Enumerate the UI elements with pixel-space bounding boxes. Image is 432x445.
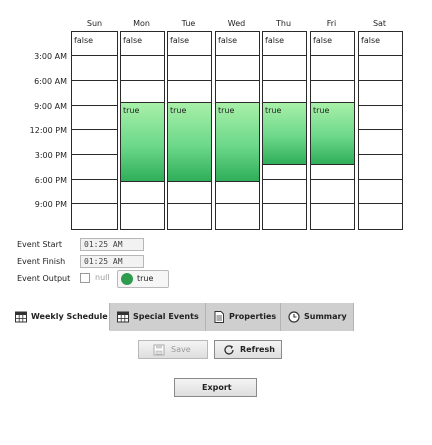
- day-column-mon[interactable]: false true: [120, 31, 165, 230]
- state-label: false: [361, 36, 381, 45]
- state-label: false: [265, 36, 285, 45]
- time-label: 9:00 PM: [34, 200, 67, 209]
- clock-icon: [288, 311, 300, 323]
- state-label: false: [313, 36, 333, 45]
- day-header-sun: Sun: [86, 19, 103, 28]
- tab-label: Special Events: [133, 312, 199, 321]
- day-column-fri[interactable]: false true: [310, 31, 355, 230]
- time-label: 3:00 PM: [34, 151, 67, 160]
- state-label: false: [74, 36, 94, 45]
- null-label: null: [95, 273, 110, 282]
- day-column-sun[interactable]: false: [71, 31, 118, 230]
- event-output-label: Event Output: [17, 274, 71, 283]
- day-header-mon: Mon: [133, 19, 150, 28]
- schedule-block[interactable]: true: [216, 102, 259, 182]
- schedule-block[interactable]: true: [168, 102, 211, 182]
- day-column-wed[interactable]: false true: [215, 31, 260, 230]
- tab-special-events[interactable]: Special Events: [111, 303, 206, 331]
- time-label: 6:00 AM: [34, 77, 67, 86]
- output-value-selector[interactable]: true: [117, 270, 169, 288]
- document-icon: [214, 311, 224, 323]
- event-start-field[interactable]: 01:25 AM: [80, 238, 144, 251]
- day-column-sat[interactable]: false: [358, 31, 403, 230]
- tab-bar: Weekly Schedule Special Events Propertie…: [9, 303, 354, 331]
- day-header-tue: Tue: [181, 19, 196, 28]
- state-label: true: [265, 106, 282, 115]
- status-dot-icon: [121, 273, 133, 285]
- event-finish-label: Event Finish: [17, 257, 66, 266]
- day-column-tue[interactable]: false true: [167, 31, 212, 230]
- day-header-thu: Thu: [275, 19, 292, 28]
- save-button-label: Save: [171, 345, 191, 354]
- tab-label: Weekly Schedule: [31, 312, 108, 321]
- time-label: 9:00 AM: [34, 102, 67, 111]
- calendar-grid-icon: [117, 311, 129, 323]
- export-button-label: Export: [202, 383, 232, 392]
- time-label: 3:00 AM: [34, 52, 67, 61]
- refresh-button-label: Refresh: [240, 345, 275, 354]
- save-button[interactable]: Save: [138, 340, 208, 359]
- state-label: false: [218, 36, 238, 45]
- tab-weekly-schedule[interactable]: Weekly Schedule: [9, 303, 110, 331]
- event-start-label: Event Start: [17, 240, 63, 249]
- schedule-block[interactable]: true: [263, 102, 306, 165]
- event-finish-field[interactable]: 01:25 AM: [80, 255, 144, 268]
- calendar-grid-icon: [15, 311, 27, 323]
- null-checkbox[interactable]: [80, 273, 90, 283]
- tab-summary[interactable]: Summary: [282, 303, 354, 331]
- state-label: true: [170, 106, 187, 115]
- state-label: false: [123, 36, 143, 45]
- day-header-fri: Fri: [326, 19, 337, 28]
- refresh-button[interactable]: Refresh: [214, 340, 282, 359]
- time-label: 12:00 PM: [29, 126, 67, 135]
- refresh-icon: [224, 345, 234, 355]
- schedule-block[interactable]: true: [311, 102, 354, 165]
- time-label: 6:00 PM: [34, 176, 67, 185]
- state-label: true: [218, 106, 235, 115]
- state-label: true: [313, 106, 330, 115]
- day-column-thu[interactable]: false true: [262, 31, 307, 230]
- schedule-block[interactable]: true: [121, 102, 164, 182]
- output-value-label: true: [137, 274, 154, 283]
- state-label: true: [123, 106, 140, 115]
- state-label: false: [170, 36, 190, 45]
- export-button[interactable]: Export: [174, 378, 257, 397]
- tab-label: Summary: [304, 312, 347, 321]
- save-icon: [153, 344, 165, 356]
- tab-properties[interactable]: Properties: [207, 303, 281, 331]
- day-header-sat: Sat: [372, 19, 387, 28]
- day-header-wed: Wed: [227, 19, 246, 28]
- tab-label: Properties: [229, 312, 277, 321]
